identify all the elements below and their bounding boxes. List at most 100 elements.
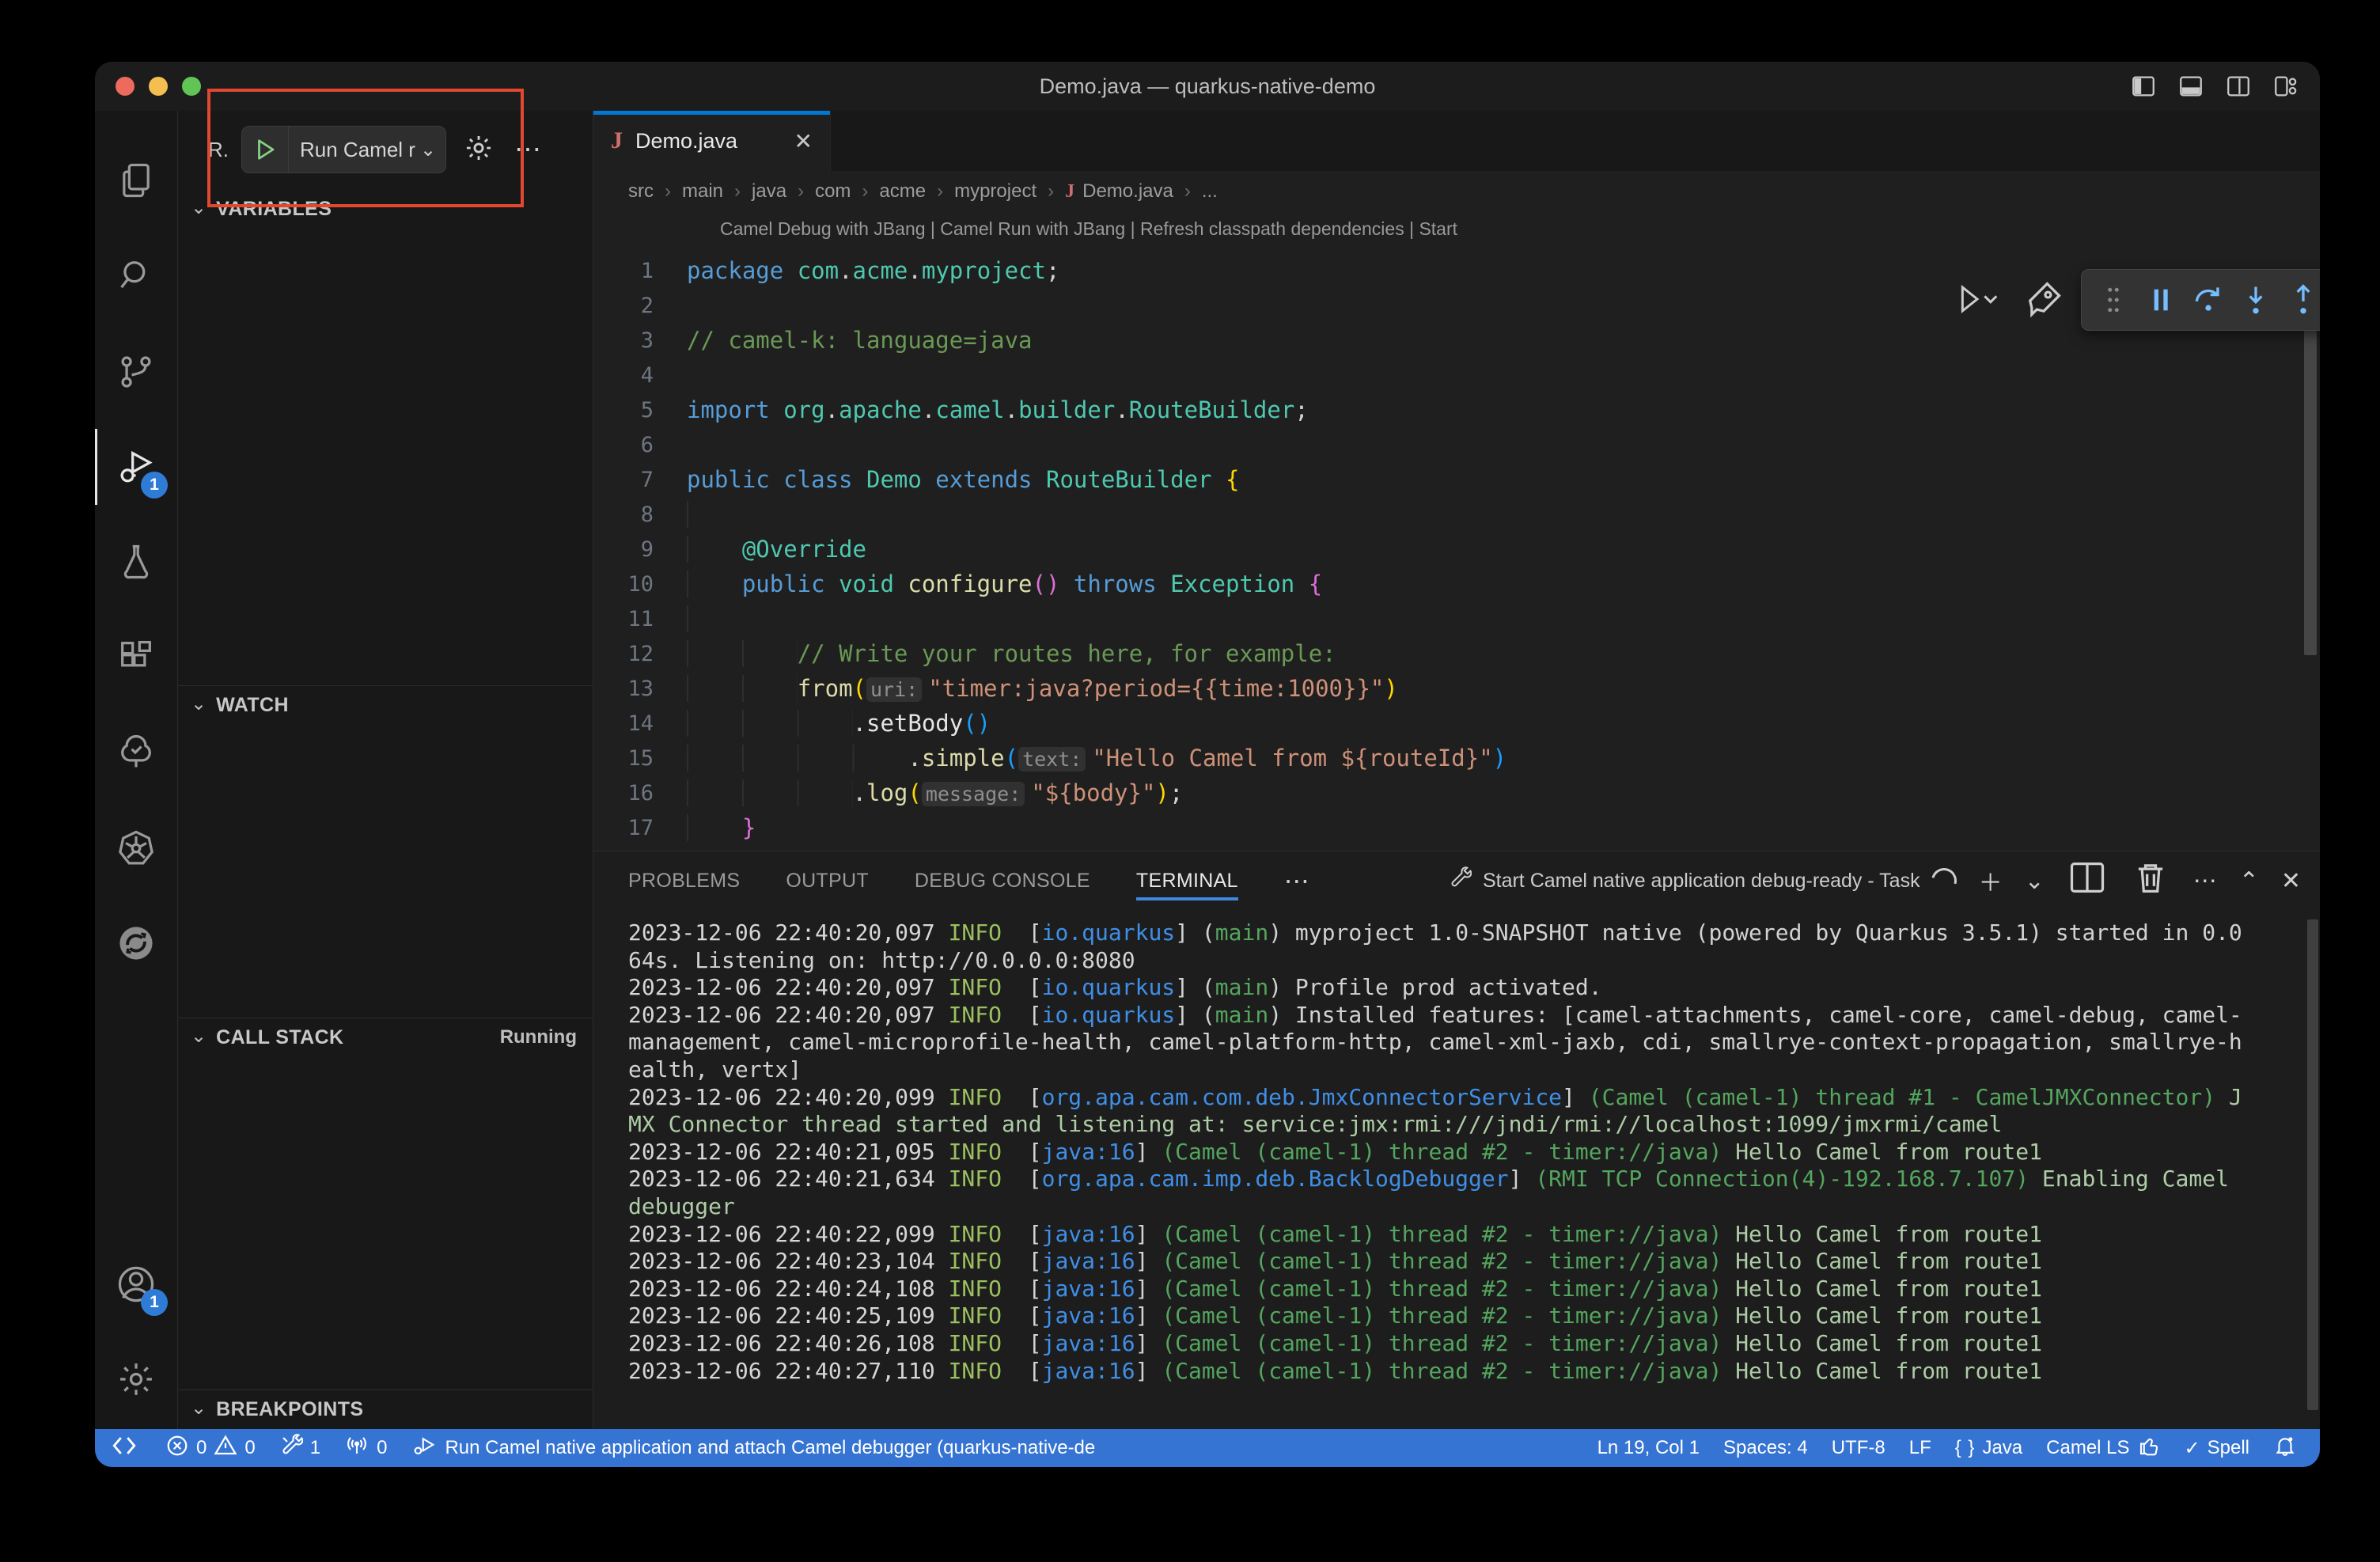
status-ports[interactable]: 0: [332, 1429, 399, 1467]
activity-item-kubernetes[interactable]: [95, 810, 177, 886]
breadcrumb-separator: ›: [798, 180, 804, 203]
debug-toolbar-step-out[interactable]: [2280, 275, 2320, 325]
status-spell[interactable]: ✓Spell: [2173, 1429, 2261, 1467]
toggle-panel-icon[interactable]: [2177, 73, 2204, 100]
minimize-window-button[interactable]: [149, 77, 168, 96]
terminal-line: 2023-12-06 22:40:26,108 INFO [java:16] (…: [628, 1330, 2288, 1358]
status-tasks[interactable]: 1: [267, 1429, 332, 1467]
toggle-sidebar-icon[interactable]: [2130, 73, 2157, 100]
customize-layout-icon[interactable]: [2272, 73, 2299, 100]
status-notifications[interactable]: [2261, 1429, 2309, 1467]
line-number: 11: [593, 607, 687, 631]
toggle-secondary-sidebar-icon[interactable]: [2225, 73, 2252, 100]
panel-tab-debug-console[interactable]: DEBUG CONSOLE: [915, 851, 1090, 910]
warning-icon: [214, 1434, 237, 1463]
breadcrumb-item-acme[interactable]: acme: [879, 180, 926, 203]
line-number: 16: [593, 781, 687, 806]
close-tab-icon[interactable]: ✕: [794, 128, 813, 154]
status-language-mode[interactable]: { }Java: [1943, 1429, 2034, 1467]
breadcrumb-item-[interactable]: ...: [1202, 180, 1218, 203]
panel-action-split-terminal[interactable]: [2067, 857, 2108, 904]
run-and-debug-sidebar: R. Run Camel r ⌄ ⋯ ⌄VARIABLES⌄WATCH⌄CALL…: [178, 111, 593, 1429]
launch-configuration-dropdown[interactable]: Run Camel r ⌄: [241, 126, 446, 173]
line-number: 1: [593, 259, 687, 283]
panel-tabs-more-icon[interactable]: ⋯: [1284, 866, 1309, 896]
breadcrumb-item-Demojava[interactable]: JDemo.java: [1065, 180, 1173, 203]
tools-icon: [1448, 866, 1472, 896]
status-errors-warnings[interactable]: 00: [153, 1429, 267, 1467]
window-title: Demo.java — quarkus-native-demo: [95, 74, 2320, 99]
active-tab-indicator: [593, 111, 830, 115]
status-encoding[interactable]: UTF-8: [1820, 1429, 1897, 1467]
panel-action-kill-terminal[interactable]: [2130, 857, 2171, 904]
status-remote[interactable]: [95, 1429, 153, 1467]
activity-item-extensions[interactable]: [95, 619, 177, 695]
java-file-icon: J: [611, 127, 623, 154]
tab-label: Demo.java: [635, 129, 737, 154]
codelens-actions[interactable]: Camel Debug with JBang | Camel Run with …: [720, 218, 1457, 240]
line-number: 13: [593, 677, 687, 701]
code-editor[interactable]: Camel Debug with JBang | Camel Run with …: [593, 212, 2320, 851]
status-debug-session[interactable]: Run Camel native application and attach …: [399, 1429, 1107, 1467]
panel-action-new-terminal[interactable]: ＋: [1979, 863, 2003, 898]
breadcrumb-item-src[interactable]: src: [628, 180, 654, 203]
section-title: WATCH: [216, 694, 289, 717]
breadcrumb-separator: ›: [1184, 180, 1191, 203]
activity-item-run-debug[interactable]: 1: [95, 429, 177, 505]
editor-action-run-file[interactable]: [1955, 283, 1999, 318]
activity-item-settings[interactable]: [95, 1341, 177, 1417]
activity-item-accounts[interactable]: 1: [95, 1246, 177, 1322]
terminal-line: debugger: [628, 1193, 2288, 1221]
activity-item-search[interactable]: [95, 237, 177, 313]
status-indentation[interactable]: Spaces: 4: [1711, 1429, 1820, 1467]
panel-tab-problems[interactable]: PROBLEMS: [628, 851, 740, 910]
section-header[interactable]: ⌄BREAKPOINTS: [178, 1390, 593, 1428]
activity-item-testing[interactable]: [95, 524, 177, 600]
panel-action-close-panel[interactable]: ✕: [2281, 867, 2301, 895]
breadcrumb-separator: ›: [1048, 180, 1054, 203]
panel-action-panel-more[interactable]: ⋯: [2193, 867, 2217, 895]
status-camel-ls[interactable]: Camel LS: [2034, 1429, 2172, 1467]
code-text: [687, 501, 742, 528]
terminal-output[interactable]: 2023-12-06 22:40:20,097 INFO [io.quarkus…: [628, 919, 2288, 1423]
status-text: 0: [244, 1437, 255, 1459]
sidebar-section-variables: ⌄VARIABLES: [178, 190, 593, 685]
breadcrumb-item-main[interactable]: main: [682, 180, 723, 203]
panel-tab-terminal[interactable]: TERMINAL: [1136, 851, 1238, 910]
panel-action-terminal-profile-chevron[interactable]: ⌄: [2025, 867, 2045, 895]
status-text: UTF-8: [1832, 1437, 1885, 1459]
breadcrumb-item-java[interactable]: java: [752, 180, 786, 203]
chevron-down-icon: ⌄: [191, 196, 207, 219]
start-debug-icon[interactable]: [242, 127, 289, 173]
editor-scrollbar[interactable]: [2304, 331, 2317, 655]
terminal-task-item[interactable]: Start Camel native application debug-rea…: [1448, 866, 1957, 896]
activity-item-project-tree[interactable]: [95, 714, 177, 790]
panel-action-maximize-panel[interactable]: ⌃: [2239, 867, 2259, 895]
views-more-icon[interactable]: ⋯: [514, 134, 544, 165]
zoom-window-button[interactable]: [182, 77, 201, 96]
code-text: public class Demo extends RouteBuilder {: [687, 466, 1239, 493]
code-text: [687, 605, 742, 632]
debug-toolbar-pause[interactable]: [2137, 275, 2185, 325]
editor-action-camel-run[interactable]: [2023, 279, 2064, 323]
status-eol[interactable]: LF: [1897, 1429, 1943, 1467]
breadcrumb-item-myproject[interactable]: myproject: [954, 180, 1037, 203]
activity-item-source-control[interactable]: [95, 334, 177, 410]
section-header[interactable]: ⌄VARIABLES: [178, 190, 593, 228]
panel-tab-output[interactable]: OUTPUT: [786, 851, 869, 910]
configure-gear-icon[interactable]: [464, 133, 494, 167]
breadcrumb-item-com[interactable]: com: [815, 180, 851, 203]
debug-toolbar-step-over[interactable]: [2185, 275, 2232, 325]
error-icon: [165, 1434, 189, 1463]
close-window-button[interactable]: [116, 77, 135, 96]
debug-toolbar-step-into[interactable]: [2232, 275, 2280, 325]
terminal-scrollbar[interactable]: [2307, 919, 2318, 1410]
code-text: .log(message:"${body}");: [687, 779, 1183, 806]
tab-demo-java[interactable]: J Demo.java ✕: [593, 111, 831, 171]
status-cursor-position[interactable]: Ln 19, Col 1: [1586, 1429, 1711, 1467]
code-line: 12 // Write your routes here, for exampl…: [593, 636, 2320, 671]
activity-item-openshift[interactable]: [95, 905, 177, 981]
section-header[interactable]: ⌄CALL STACKRunning: [178, 1018, 593, 1056]
activity-item-explorer[interactable]: [95, 142, 177, 218]
section-header[interactable]: ⌄WATCH: [178, 686, 593, 724]
